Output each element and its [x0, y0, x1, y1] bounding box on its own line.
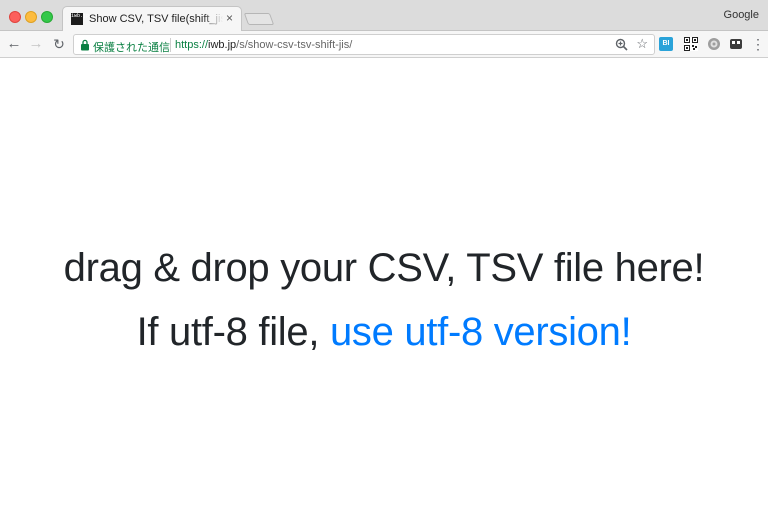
tag-extension-icon[interactable] — [729, 37, 743, 51]
drop-zone-headline: drag & drop your CSV, TSV file here! — [63, 246, 705, 290]
bookmark-star-icon[interactable]: ☆ — [636, 36, 648, 52]
utf8-version-link[interactable]: use utf-8 version! — [330, 310, 632, 354]
address-divider — [170, 38, 171, 52]
gear-extension-icon[interactable] — [707, 37, 721, 51]
utf8-notice: If utf-8 file, use utf-8 version! — [0, 310, 768, 355]
browser-window: iwb.jp Show CSV, TSV file(shift_jis) in … — [0, 0, 768, 532]
browser-toolbar: ← → ↻ 保護された通信 https://iwb.jp/s/show-csv-… — [0, 31, 768, 58]
extension-bi-icon[interactable]: BI — [659, 37, 673, 51]
url-host: iwb.jp — [208, 39, 237, 51]
page-content[interactable]: drag & drop your CSV, TSV file here! If … — [0, 59, 768, 532]
lock-icon — [81, 39, 89, 51]
forward-arrow-icon[interactable]: → — [27, 35, 45, 53]
new-tab-button[interactable] — [243, 13, 275, 25]
profile-name[interactable]: Google — [724, 9, 759, 21]
url-scheme: https:// — [175, 39, 209, 51]
qr-code-extension-icon[interactable] — [684, 37, 698, 51]
url-text[interactable]: https://iwb.jp/s/show-csv-tsv-shift-jis/ — [175, 39, 352, 51]
tab-active[interactable]: iwb.jp Show CSV, TSV file(shift_jis) in … — [62, 6, 242, 32]
close-window-button[interactable] — [9, 11, 21, 23]
minimize-window-button[interactable] — [25, 11, 37, 23]
secure-connection-label[interactable]: 保護された通信 — [93, 39, 170, 55]
utf8-notice-prefix: If utf-8 file, — [136, 310, 330, 354]
address-bar[interactable]: 保護された通信 https://iwb.jp/s/show-csv-tsv-sh… — [73, 34, 655, 55]
site-favicon-icon: iwb.jp — [71, 13, 89, 25]
url-path: /s/show-csv-tsv-shift-jis/ — [236, 39, 353, 51]
zoom-icon[interactable] — [615, 38, 628, 51]
zoom-window-button[interactable] — [41, 11, 53, 23]
back-arrow-icon[interactable]: ← — [5, 35, 23, 53]
tab-strip: iwb.jp Show CSV, TSV file(shift_jis) in … — [0, 0, 768, 32]
tab-close-icon[interactable]: × — [226, 11, 233, 25]
reload-icon[interactable]: ↻ — [50, 35, 68, 53]
browser-menu-icon[interactable]: ⋮ — [751, 36, 765, 52]
tab-title: Show CSV, TSV file(shift_jis) in browser — [89, 13, 223, 25]
